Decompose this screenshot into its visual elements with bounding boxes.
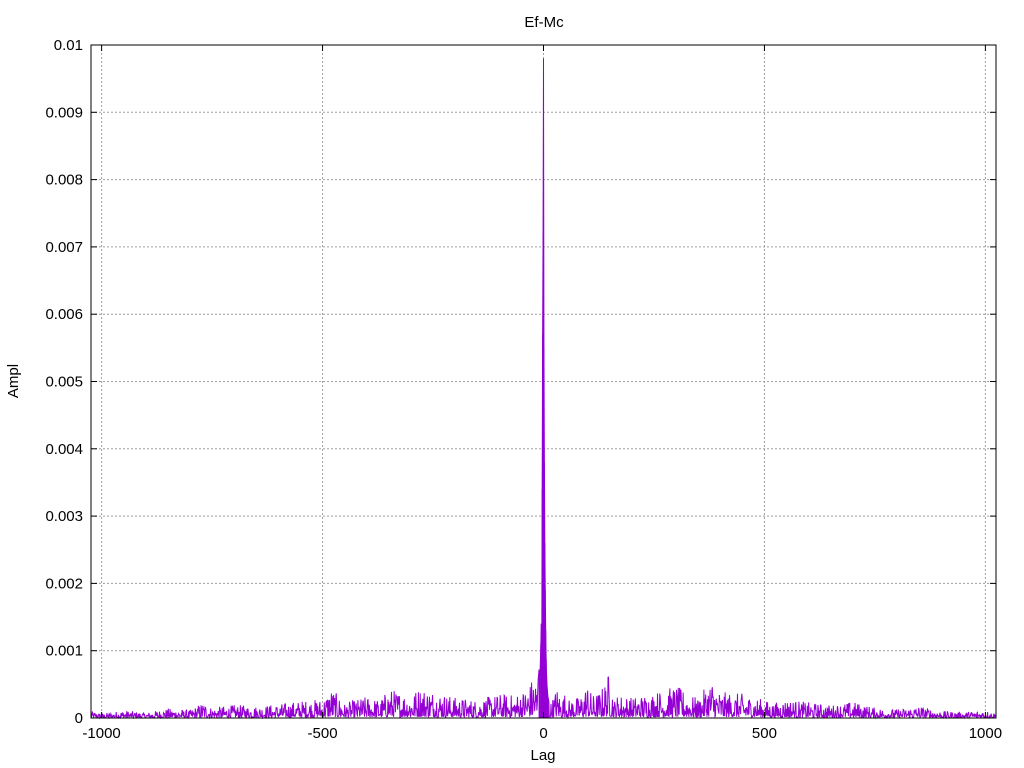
- x-tick-label: -1000: [82, 725, 120, 742]
- y-tick-label: 0.006: [45, 306, 83, 323]
- chart: -1000 -500 0 500 1000 0 0.001 0.002 0.003 0.004 0.…: [5, 14, 1002, 764]
- axis-ticks: -1000 -500 0 500 1000 0 0.001 0.002 0.003 0.004 0.…: [45, 37, 1002, 742]
- x-tick-label: 500: [752, 725, 777, 742]
- y-axis-label: Ampl: [5, 364, 22, 398]
- y-tick-label: 0.003: [45, 508, 83, 525]
- y-tick-label: 0.002: [45, 575, 83, 592]
- x-tick-label: 0: [539, 725, 547, 742]
- y-tick-label: 0.008: [45, 172, 83, 189]
- y-tick-label: 0.001: [45, 643, 83, 660]
- plot-area: [90, 58, 997, 720]
- x-tick-label: 1000: [969, 725, 1002, 742]
- y-tick-label: 0.004: [45, 441, 83, 458]
- chart-title: Ef-Mc: [524, 14, 564, 31]
- y-tick-label: 0.005: [45, 374, 83, 391]
- y-tick-label: 0.007: [45, 239, 83, 256]
- x-axis-label: Lag: [530, 747, 555, 764]
- y-tick-label: 0.01: [54, 37, 83, 54]
- x-tick-label: -500: [308, 725, 338, 742]
- y-tick-label: 0: [75, 710, 83, 727]
- y-tick-label: 0.009: [45, 104, 83, 121]
